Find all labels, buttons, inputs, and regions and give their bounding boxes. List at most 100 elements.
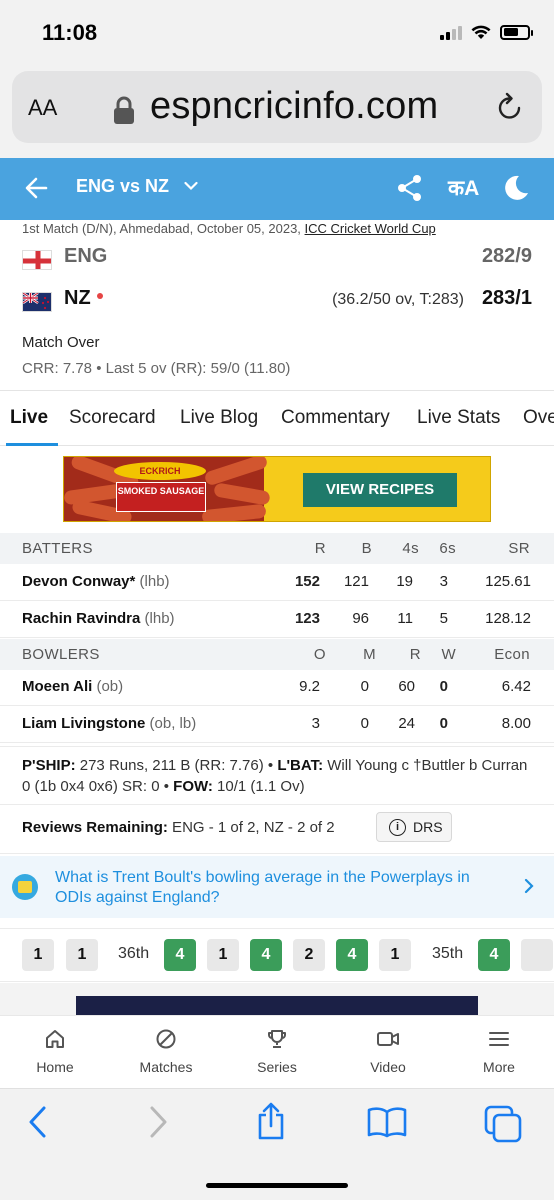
- player-name[interactable]: Devon Conway*: [22, 573, 135, 590]
- tab-live[interactable]: Live: [10, 407, 48, 429]
- ball-chip[interactable]: 1: [379, 939, 411, 971]
- series-link[interactable]: ICC Cricket World Cup: [305, 221, 436, 236]
- ball-chip[interactable]: 1: [66, 939, 98, 971]
- active-tab-indicator: [6, 443, 58, 446]
- bookmarks-icon[interactable]: [366, 1105, 408, 1139]
- col-sixes: 6s: [439, 540, 456, 557]
- team-row-nz[interactable]: NZ (36.2/50 ov, T:283) 283/1: [22, 287, 532, 317]
- video-camera-icon: [377, 1032, 399, 1046]
- ad-product-image: ECKRICH SMOKED SAUSAGE: [64, 457, 271, 521]
- battery-icon: [500, 24, 533, 40]
- batter-row[interactable]: Rachin Ravindra (lhb) 123 96 11 5 128.12: [0, 602, 554, 638]
- overs: 9.2: [299, 678, 320, 695]
- match-status: Match Over: [22, 334, 100, 351]
- tab-scorecard[interactable]: Scorecard: [69, 407, 156, 429]
- nav-label: Home: [36, 1059, 74, 1075]
- bowlers-heading: BOWLERS: [22, 646, 100, 663]
- fow-value: 10/1 (1.1 Ov): [212, 778, 305, 795]
- info-icon: i: [389, 819, 406, 836]
- address-bar[interactable]: AA espncricinfo.com: [12, 71, 542, 143]
- batter-name: Devon Conway* (lhb): [22, 573, 170, 590]
- col-balls: B: [361, 540, 372, 557]
- share-sheet-icon[interactable]: [255, 1101, 287, 1141]
- batter-row[interactable]: Devon Conway* (lhb) 152 121 19 3 125.61: [0, 565, 554, 601]
- batters-header: BATTERS R B 4s 6s SR: [0, 533, 554, 564]
- ball-by-ball-strip[interactable]: 1 1 36th 4 1 4 2 4 1 35th 4: [0, 928, 554, 982]
- back-arrow-icon[interactable]: [24, 175, 50, 201]
- bowler-row[interactable]: Moeen Ali (ob) 9.2 0 60 0 6.42: [0, 670, 554, 706]
- browser-back-icon[interactable]: [26, 1105, 50, 1139]
- bowler-name: Moeen Ali (ob): [22, 678, 123, 695]
- browser-address-area: AA espncricinfo.com: [0, 66, 554, 158]
- nav-home[interactable]: Home: [0, 1028, 110, 1075]
- share-icon[interactable]: [396, 174, 424, 202]
- overs: 3: [311, 715, 320, 732]
- strike-rate: 128.12: [485, 610, 531, 627]
- economy: 8.00: [501, 715, 531, 732]
- nav-label: Matches: [139, 1059, 193, 1075]
- nav-series[interactable]: Series: [222, 1028, 332, 1075]
- ball-chip-boundary[interactable]: 4: [250, 939, 282, 971]
- col-wickets: W: [441, 646, 456, 663]
- ball-chip[interactable]: 2: [293, 939, 325, 971]
- fours: 19: [396, 573, 413, 590]
- tab-commentary[interactable]: Commentary: [281, 407, 390, 429]
- ask-question-card[interactable]: What is Trent Boult's bowling average in…: [0, 856, 554, 918]
- player-name[interactable]: Moeen Ali: [22, 678, 92, 695]
- col-runs-conceded: R: [409, 646, 421, 663]
- chevron-down-icon[interactable]: [184, 181, 198, 191]
- home-icon: [46, 1030, 64, 1048]
- balls: 96: [352, 610, 369, 627]
- team-name-text: NZ: [64, 287, 91, 309]
- ad-banner-bottom[interactable]: [76, 996, 478, 1016]
- chevron-right-icon[interactable]: [524, 878, 534, 894]
- ad-banner[interactable]: ECKRICH SMOKED SAUSAGE VIEW RECIPES: [63, 456, 491, 522]
- url-text[interactable]: espncricinfo.com: [150, 85, 438, 128]
- tab-live-stats[interactable]: Live Stats: [417, 407, 500, 429]
- status-icons: [440, 24, 533, 40]
- tab-overs[interactable]: Ove: [523, 407, 554, 429]
- team-score: 282/9: [481, 245, 532, 267]
- team-name: ENG: [64, 245, 108, 267]
- batting-hand: (lhb): [139, 573, 170, 590]
- home-indicator: [206, 1183, 348, 1188]
- match-title[interactable]: ENG vs NZ: [76, 176, 169, 197]
- browser-forward-icon[interactable]: [146, 1105, 170, 1139]
- player-name[interactable]: Liam Livingstone: [22, 715, 145, 732]
- maidens: 0: [360, 678, 369, 695]
- bowler-name: Liam Livingstone (ob, lb): [22, 715, 196, 732]
- nav-more[interactable]: More: [444, 1028, 554, 1075]
- moon-icon[interactable]: [503, 174, 529, 202]
- reviews-value: ENG - 1 of 2, NZ - 2 of 2: [167, 819, 335, 836]
- drs-label: DRS: [413, 819, 443, 835]
- text-size-button[interactable]: AA: [28, 95, 57, 121]
- ball-chip-boundary[interactable]: 4: [336, 939, 368, 971]
- ball-chip-boundary[interactable]: 4: [164, 939, 196, 971]
- view-recipes-button[interactable]: VIEW RECIPES: [303, 473, 457, 507]
- sixes: 3: [439, 573, 448, 590]
- match-tabs: Live Scorecard Live Blog Commentary Live…: [0, 390, 554, 446]
- ball-chip[interactable]: [521, 939, 553, 971]
- tabs-icon[interactable]: [482, 1105, 524, 1143]
- runs-conceded: 60: [398, 678, 415, 695]
- cricket-ball-icon: [156, 1029, 176, 1049]
- reviews-label: Reviews Remaining:: [22, 819, 168, 836]
- strike-rate: 125.61: [485, 573, 531, 590]
- reload-icon[interactable]: [496, 91, 524, 121]
- ball-chip[interactable]: 1: [207, 939, 239, 971]
- over-label: 36th: [118, 945, 150, 962]
- player-name[interactable]: Rachin Ravindra: [22, 610, 140, 627]
- ball-chip-boundary[interactable]: 4: [478, 939, 510, 971]
- wifi-icon: [471, 25, 491, 39]
- drs-button[interactable]: i DRS: [376, 812, 452, 842]
- col-runs: R: [314, 540, 326, 557]
- team-row-eng[interactable]: ENG 282/9: [22, 245, 532, 275]
- tab-live-blog[interactable]: Live Blog: [180, 407, 258, 429]
- nav-matches[interactable]: Matches: [111, 1028, 221, 1075]
- bowler-row[interactable]: Liam Livingstone (ob, lb) 3 0 24 0 8.00: [0, 707, 554, 743]
- language-toggle-icon[interactable]: कA: [448, 174, 479, 202]
- question-text[interactable]: What is Trent Boult's bowling average in…: [55, 868, 505, 908]
- ball-chip[interactable]: 1: [22, 939, 54, 971]
- nav-label: Series: [257, 1059, 297, 1075]
- nav-video[interactable]: Video: [333, 1028, 443, 1075]
